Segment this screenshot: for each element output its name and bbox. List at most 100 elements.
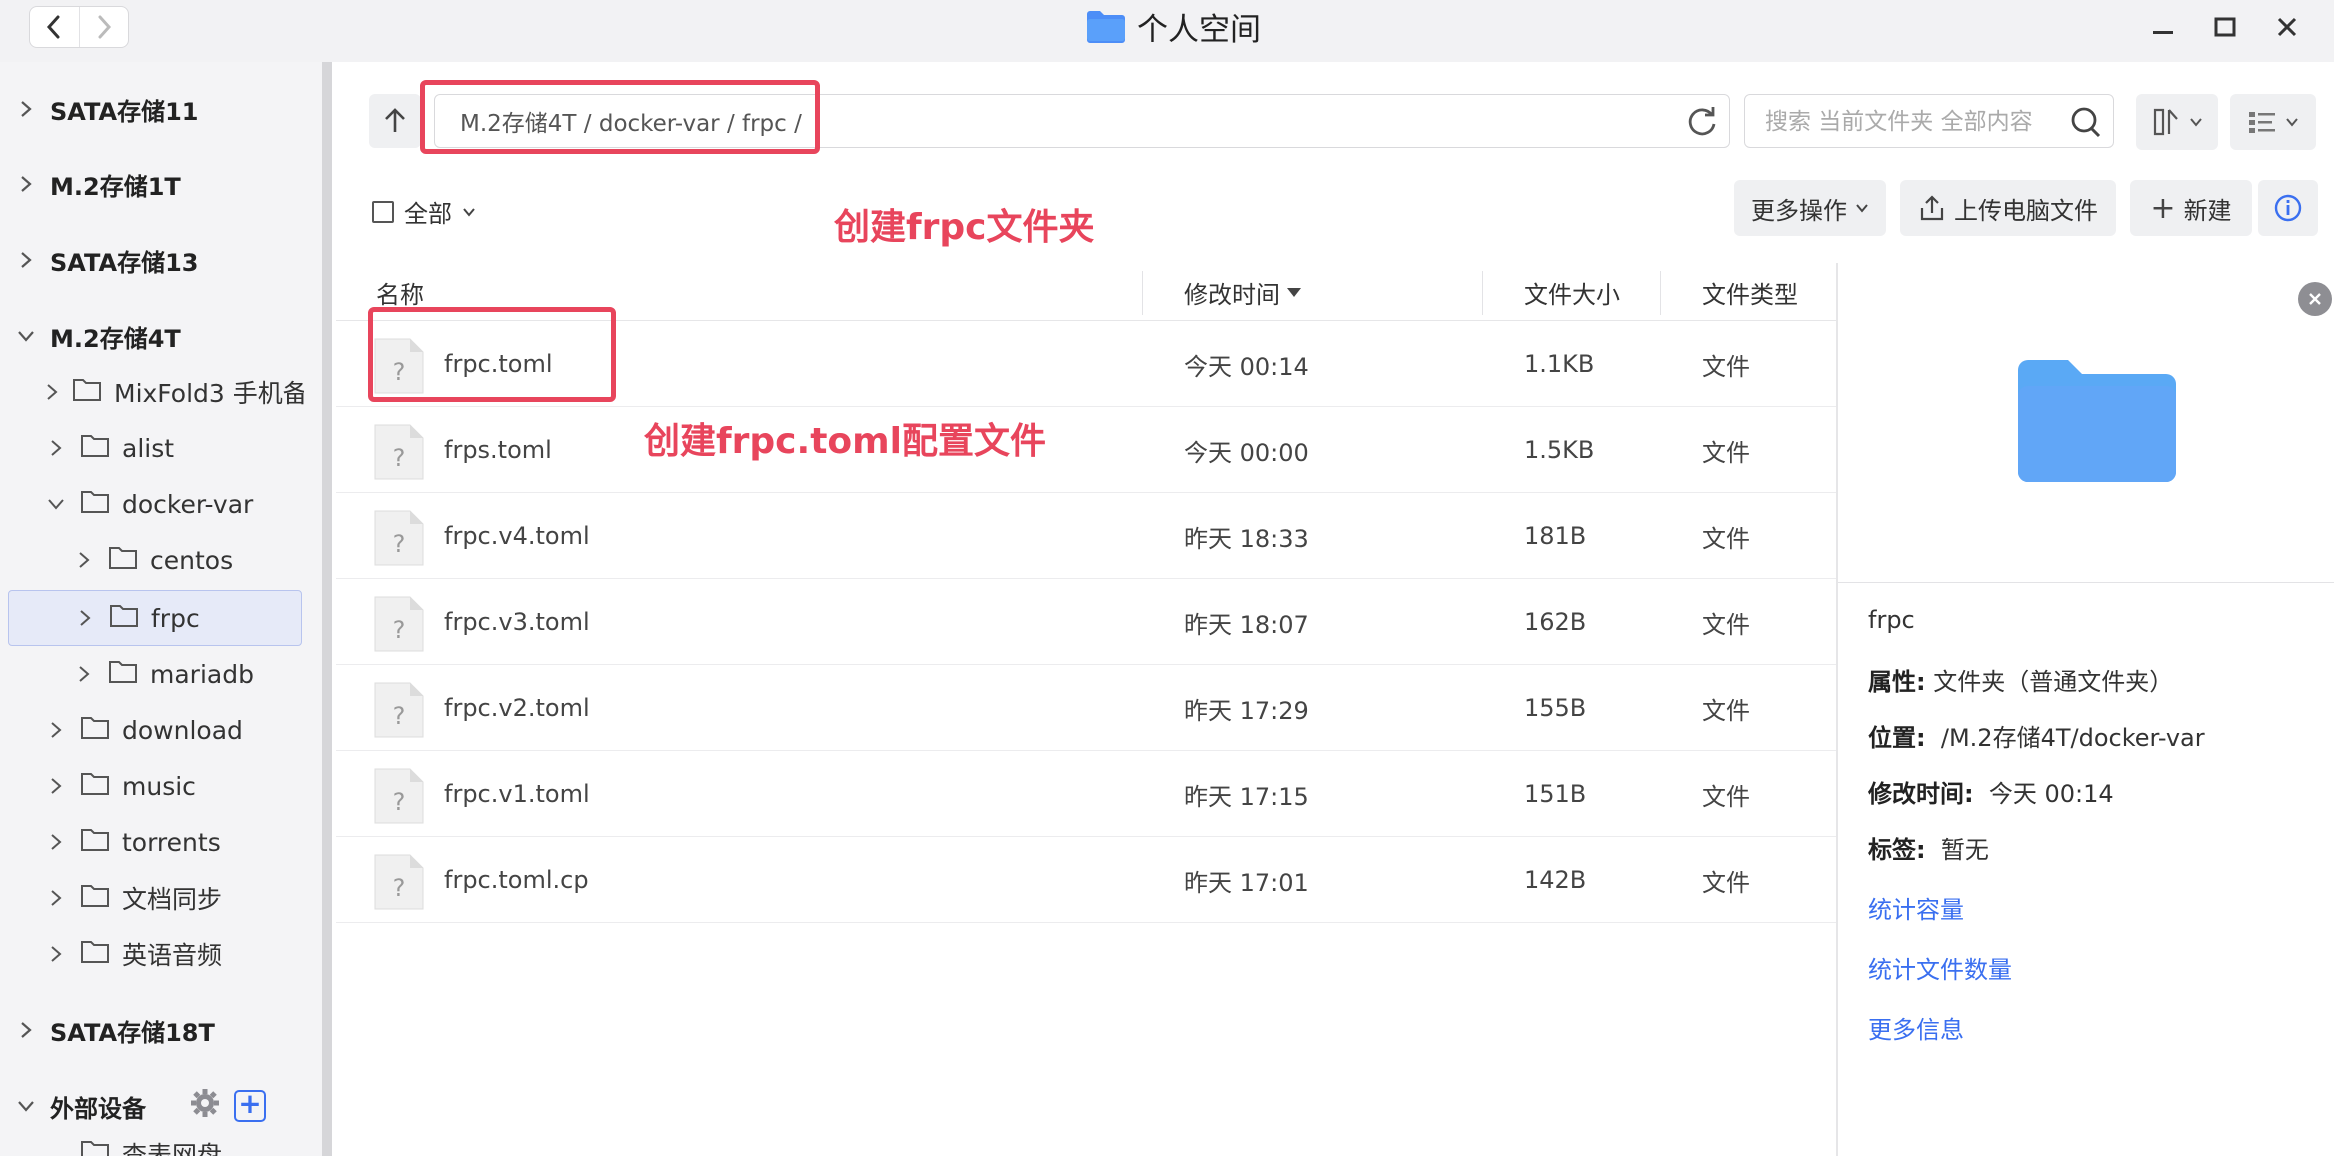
sidebar-drive-sata13[interactable]: SATA存储13 [0,232,198,288]
sidebar-folder-label: MixFold3 手机备 [114,379,304,408]
view-mode-button[interactable] [2230,94,2316,150]
sort-button[interactable] [2136,94,2218,150]
file-name: frpc.v1.toml [444,780,590,808]
file-type: 文件 [1702,868,1750,897]
chevron-down-icon [16,326,36,346]
external-actions: + [190,1088,266,1124]
file-size: 151B [1524,780,1587,808]
sidebar-folder-download[interactable]: download [0,702,243,758]
maximize-button[interactable] [2208,10,2242,44]
chevron-right-icon [16,250,36,270]
chevron-right-icon [16,99,36,119]
sidebar-drive-sata18t[interactable]: SATA存储18T [0,1002,215,1058]
table-row[interactable]: ? frpc.v3.toml 昨天 18:07 162B 文件 [336,579,1836,665]
file-modified: 昨天 17:29 [1184,696,1309,725]
chevron-right-icon [75,608,95,628]
folder-outline-icon [80,826,110,858]
close-window-button[interactable] [2270,10,2304,44]
unknown-file-icon: ? [374,510,424,566]
table-row[interactable]: ? frpc.toml.cp 昨天 17:01 142B 文件 [336,837,1836,923]
col-size-header[interactable]: 文件大小 [1524,263,1620,321]
sidebar-folder-label: torrents [122,827,221,857]
file-size: 1.5KB [1524,436,1595,464]
table-row[interactable]: ? frpc.v2.toml 昨天 17:29 155B 文件 [336,665,1836,751]
svg-text:?: ? [393,444,406,472]
sidebar-folder-mixfold3[interactable]: MixFold3 手机备 [0,364,304,420]
chevron-right-icon [16,1020,36,1040]
folder-outline-icon [80,488,110,520]
sidebar-folder-docker-var[interactable]: docker-var [0,476,253,532]
table-row[interactable]: ? frpc.v1.toml 昨天 17:15 151B 文件 [336,751,1836,837]
stat-file-count-link[interactable]: 统计文件数量 [1868,950,2012,985]
sidebar-folder-frpc[interactable]: frpc [8,590,302,646]
minimize-button[interactable] [2146,10,2180,44]
sidebar-external-devices[interactable]: 外部设备 + [0,1078,266,1134]
file-size: 142B [1524,866,1587,894]
detail-name: frpc [1868,606,1915,634]
file-modified: 昨天 18:33 [1184,524,1309,553]
file-name: frpc.v2.toml [444,694,590,722]
close-panel-button[interactable] [2298,282,2332,316]
sidebar-folder-music[interactable]: music [0,758,196,814]
file-name: frpc.v3.toml [444,608,590,636]
sidebar-folder-label: centos [150,545,234,575]
file-type: 文件 [1702,524,1750,553]
select-all-checkbox[interactable] [372,200,394,223]
select-all[interactable]: 全部 [372,194,476,229]
chevron-right-icon [46,888,66,908]
gear-icon[interactable] [190,1088,220,1124]
sidebar-drive-m2-4t[interactable]: M.2存储4T [0,308,181,364]
table-row[interactable]: ? frpc.v4.toml 昨天 18:33 181B 文件 [336,493,1836,579]
folder-outline-icon [108,658,138,690]
col-type-header[interactable]: 文件类型 [1702,263,1798,321]
col-modified-header[interactable]: 修改时间 [1184,263,1302,321]
chevron-down-icon [16,1096,36,1116]
sort-desc-icon [1287,288,1301,297]
chevron-right-icon [74,664,94,684]
upload-button[interactable]: 上传电脑文件 [1900,180,2116,236]
back-button[interactable] [30,7,79,47]
unknown-file-icon: ? [374,854,424,910]
minimize-icon [2153,31,2173,34]
sidebar-scrollbar[interactable] [322,62,332,1156]
file-size: 181B [1524,522,1587,550]
sidebar-drive-sata11[interactable]: SATA存储11 [0,81,198,137]
sidebar-folder-alist[interactable]: alist [0,420,174,476]
forward-button[interactable] [78,7,129,47]
sidebar-network-disk[interactable]: 查表网盘 [0,1134,222,1156]
parent-folder-button[interactable] [369,94,421,148]
info-button[interactable] [2258,180,2318,236]
file-size: 155B [1524,694,1587,722]
window-title-text: 个人空间 [1137,11,1261,48]
table-row[interactable]: ? frps.toml 今天 00:00 1.5KB 文件 [336,407,1836,493]
file-manager-window: 个人空间 SATA存储11 M.2存储1T SATA存储13 M.2存储4T M… [0,0,2334,1156]
sidebar-folder-english-audio[interactable]: 英语音频 [0,926,222,982]
sidebar-folder-doc-sync[interactable]: 文档同步 [0,870,222,926]
search-input[interactable] [1765,103,2065,141]
window-title: 个人空间 [1085,3,1261,49]
sidebar-folder-mariadb[interactable]: mariadb [0,646,254,702]
annotation-folder-note: 创建frpc文件夹 [834,207,1095,248]
new-button[interactable]: + 新建 [2130,180,2252,236]
detail-panel: frpc 属性: 文件夹（普通文件夹） 位置: /M.2存储4T/docker-… [1838,266,2334,1156]
file-type: 文件 [1702,782,1750,811]
detail-mtime-label: 修改时间: [1868,780,1974,808]
add-device-button[interactable]: + [234,1090,266,1122]
sidebar-folder-label: docker-var [122,489,254,519]
svg-text:?: ? [393,530,406,558]
more-info-link[interactable]: 更多信息 [1868,1010,1964,1045]
sidebar-drive-m2-1t[interactable]: M.2存储1T [0,156,181,212]
detail-tag-value: 暂无 [1940,836,1989,864]
folder-icon [1087,11,1125,43]
file-modified: 昨天 18:07 [1184,610,1309,639]
more-actions-button[interactable]: 更多操作 [1734,180,1886,236]
sidebar-folder-torrents[interactable]: torrents [0,814,221,870]
refresh-icon[interactable] [1685,105,1719,139]
file-modified: 今天 00:14 [1184,352,1309,381]
search-icon[interactable] [2069,105,2103,143]
sidebar-folder-label: alist [122,433,175,463]
sidebar-folder-centos[interactable]: centos [0,532,233,588]
folder-outline-icon [80,938,110,970]
stat-capacity-link[interactable]: 统计容量 [1868,890,1964,925]
file-type: 文件 [1702,438,1750,467]
